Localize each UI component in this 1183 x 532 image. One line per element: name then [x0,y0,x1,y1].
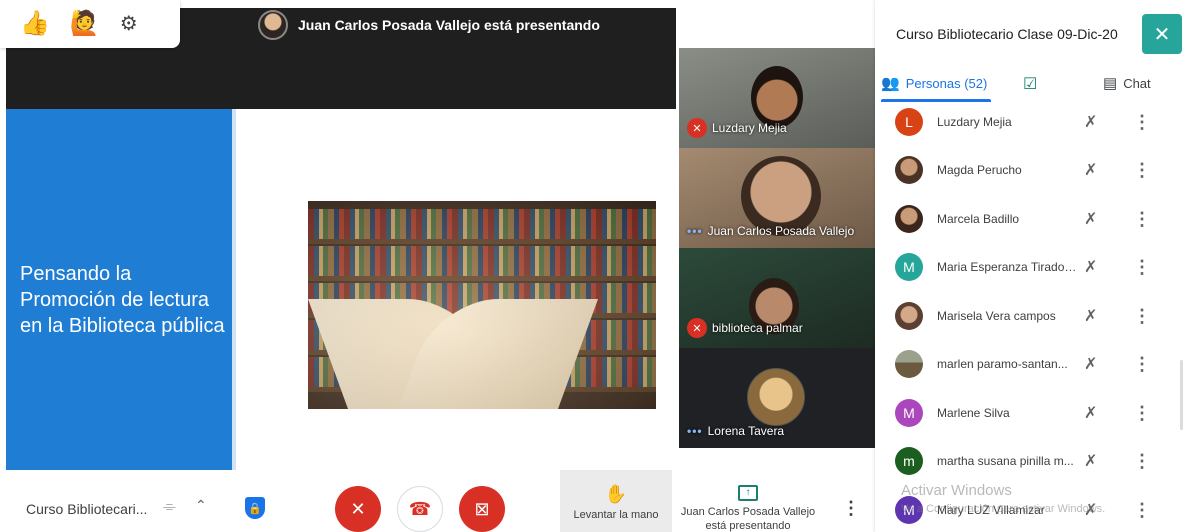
reactions-bar: 👍 🙋 ⚙ [0,0,180,48]
chat-icon: ▤ [1103,75,1118,92]
mic-off-icon[interactable]: ✗ [1084,209,1097,229]
list-item[interactable]: Marcela Badillo ✗ ⋮ [875,197,1175,241]
presentation-stage: 👍 🙋 ⚙ Juan Carlos Posada Vallejo está pr… [0,0,875,470]
speaking-indicator-icon: ••• [687,224,703,238]
present-screen-icon: ↑ [738,485,758,501]
participant-name: martha susana pinilla m... [937,454,1074,468]
mic-off-icon[interactable]: ✗ [1084,112,1097,132]
participant-name: marlen paramo-santan... [937,357,1068,371]
avatar [895,350,923,378]
mic-off-icon: ✕ [687,318,707,338]
participant-tile-name: ✕ Luzdary Mejia [687,118,787,138]
microphone-toggle-button[interactable]: ✕ [335,486,381,532]
avatar: M [895,253,923,281]
participant-tile[interactable]: ••• Lorena Tavera [679,348,875,448]
list-item[interactable]: m martha susana pinilla m... ✗ ⋮ [875,439,1175,483]
more-options-icon[interactable]: ⋮ [842,498,860,519]
close-panel-button[interactable]: ✕ [1142,14,1182,54]
close-icon: ✕ [1153,23,1171,46]
participant-name: Marisela Vera campos [937,309,1056,323]
raise-hand-label: Levantar la mano [573,509,659,521]
list-item[interactable]: M Marlene Silva ✗ ⋮ [875,391,1175,435]
tab-chat[interactable]: ▤ Chat [1103,74,1151,92]
participant-tile[interactable]: ✕ Luzdary Mejia [679,48,875,148]
checkbox-icon: ☑ [1023,76,1038,93]
more-options-icon[interactable]: ⋮ [1133,257,1151,278]
list-item[interactable]: M Maria Esperanza Tirado ... ✗ ⋮ [875,245,1175,289]
slide-title: Pensando la Promoción de lectura en la B… [20,263,225,337]
mic-off-icon[interactable]: ✗ [1084,160,1097,180]
host-controls-shield-icon[interactable]: 🔒 [245,497,265,519]
list-item[interactable]: Magda Perucho ✗ ⋮ [875,148,1175,192]
windows-activation-watermark: Activar Windows Ve a Configuración para … [901,482,1106,515]
presenter-banner-text: Juan Carlos Posada Vallejo está presenta… [298,17,600,33]
chevron-up-icon[interactable]: ⌃ [195,497,207,514]
more-options-icon[interactable]: ⋮ [1133,500,1151,521]
more-options-icon[interactable]: ⋮ [1133,354,1151,375]
list-item[interactable]: marlen paramo-santan... ✗ ⋮ [875,342,1175,386]
more-options-icon[interactable]: ⋮ [1133,306,1151,327]
avatar [895,156,923,184]
library-books-image [308,201,656,409]
presenter-banner: Juan Carlos Posada Vallejo está presenta… [258,10,600,40]
participant-name: Marcela Badillo [937,212,1020,226]
participant-tile-name: ✕ biblioteca palmar [687,318,803,338]
participant-tile[interactable]: ✕ biblioteca palmar [679,248,875,348]
present-button[interactable]: ↑ Juan Carlos Posada Vallejo está presen… [678,482,818,532]
leave-call-button[interactable]: ☎ [397,486,443,532]
camera-off-icon: ⊠ [474,498,490,519]
list-item[interactable]: Marisela Vera campos ✗ ⋮ [875,294,1175,338]
presenter-avatar [258,10,288,40]
participant-name: Marlene Silva [937,406,1010,420]
mic-off-icon[interactable]: ✗ [1084,403,1097,423]
list-item[interactable]: L Luzdary Mejia ✗ ⋮ [875,100,1175,144]
meeting-details-button[interactable]: Curso Bibliotecari... [26,501,147,517]
participant-name: Magda Perucho [937,163,1022,177]
avatar [895,205,923,233]
tab-people[interactable]: 👥 Personas (52) [881,74,987,92]
camera-toggle-button[interactable]: ⊠ [459,486,505,532]
more-options-icon[interactable]: ⋮ [1133,112,1151,133]
attachment-icon[interactable]: ⌯ [163,498,176,516]
presentation-slide: Pensando la Promoción de lectura en la B… [6,109,676,470]
avatar: M [895,399,923,427]
panel-title: Curso Bibliotecario Clase 09-Dic-20 [896,26,1118,42]
more-options-icon[interactable]: ⋮ [1133,403,1151,424]
more-options-icon[interactable]: ⋮ [1133,451,1151,472]
meet-window: 👍 🙋 ⚙ Juan Carlos Posada Vallejo está pr… [0,0,1183,532]
raise-hand-button[interactable]: ✋ Levantar la mano [560,470,672,532]
speaking-indicator-icon: ••• [687,424,703,438]
participant-tile[interactable]: ••• Juan Carlos Posada Vallejo [679,148,875,248]
gear-icon[interactable]: ⚙ [120,14,138,34]
side-panel: Curso Bibliotecario Clase 09-Dic-20 ✕ 👥 … [875,0,1183,532]
bottom-control-bar: Curso Bibliotecari... ⌯ ⌃ 🔒 ✕ ☎ ⊠ ✋ Leva… [0,470,875,532]
people-icon: 👥 [881,75,900,92]
more-options-icon[interactable]: ⋮ [1133,209,1151,230]
slide-divider [232,109,236,470]
mic-off-icon[interactable]: ✗ [1084,451,1097,471]
participant-name: Maria Esperanza Tirado ... [937,260,1077,274]
participant-tile-name: ••• Lorena Tavera [687,424,785,438]
avatar: L [895,108,923,136]
mic-off-icon: ✕ [350,498,366,519]
thumbs-up-icon[interactable]: 👍 [20,12,50,36]
mic-off-icon[interactable]: ✗ [1084,306,1097,326]
mic-off-icon[interactable]: ✗ [1084,257,1097,277]
participant-tile-name: ••• Juan Carlos Posada Vallejo [687,224,855,238]
mic-off-icon: ✕ [687,118,707,138]
hand-icon: ✋ [604,484,628,504]
tab-activities[interactable]: ☑ [1023,74,1037,94]
avatar: m [895,447,923,475]
avatar [895,302,923,330]
more-options-icon[interactable]: ⋮ [1133,160,1151,181]
panel-tabs: 👥 Personas (52) ☑ ▤ Chat [875,66,1183,102]
present-label: Juan Carlos Posada Vallejo está presenta… [680,506,816,532]
hang-up-icon: ☎ [408,498,432,519]
raise-hand-person-icon[interactable]: 🙋 [70,12,100,36]
mic-off-icon[interactable]: ✗ [1084,354,1097,374]
participant-name: Luzdary Mejia [937,115,1012,129]
